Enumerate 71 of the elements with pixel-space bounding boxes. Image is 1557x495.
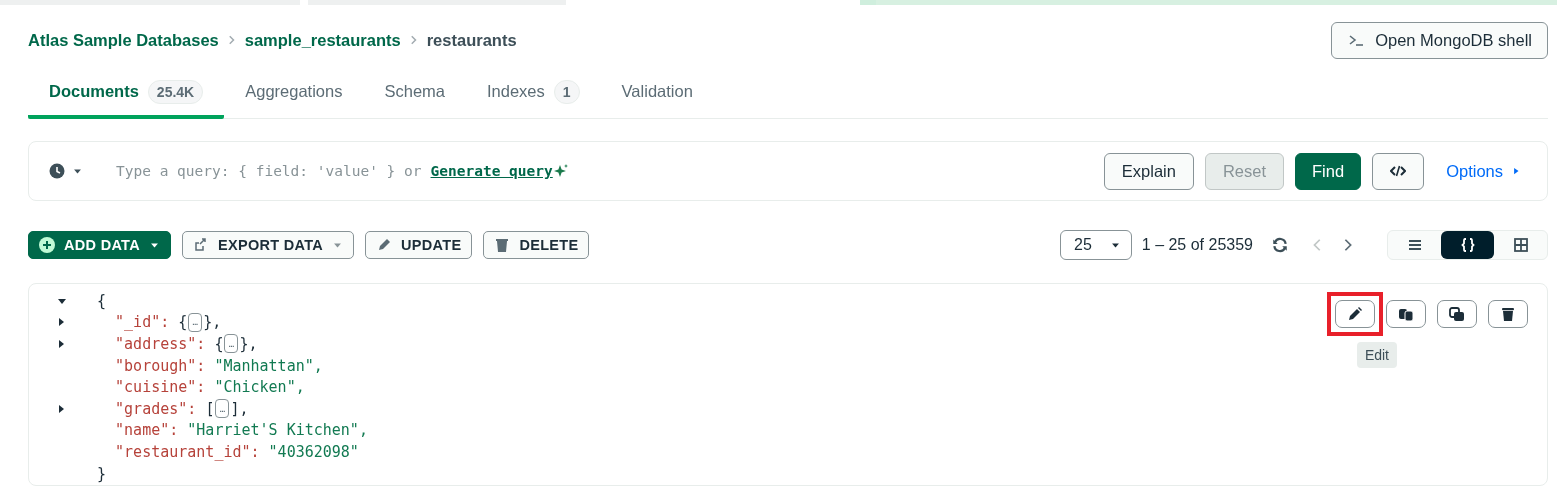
list-icon — [1406, 237, 1423, 253]
table-icon — [1512, 237, 1529, 253]
field-value: "Harriet'S Kitchen", — [187, 421, 368, 440]
field-key: "name": — [115, 421, 179, 440]
delete-button[interactable]: DELETE — [483, 231, 590, 259]
field-value: "Manhattan", — [214, 356, 323, 375]
count-badge: 25.4K — [147, 79, 204, 104]
copy-icon — [1398, 306, 1414, 322]
pencil-icon — [1347, 306, 1363, 322]
field-key: "_id": — [115, 313, 170, 332]
query-button[interactable]: Find — [1295, 152, 1362, 190]
export-data-button[interactable]: EXPORT DATA — [181, 231, 355, 259]
view-toggle[interactable] — [1441, 231, 1494, 259]
breadcrumb-current: restaurants — [426, 30, 517, 50]
bracket: }, — [239, 335, 258, 353]
add-data-button[interactable]: ADD DATA — [28, 231, 171, 259]
open-shell-button[interactable]: Open MongoDB shell — [1331, 21, 1548, 59]
export-icon — [192, 237, 209, 253]
braces-icon — [1459, 237, 1476, 253]
clock-icon — [49, 163, 65, 179]
code-view-button[interactable] — [1372, 152, 1425, 190]
collapsed-preview[interactable]: … — [188, 312, 203, 332]
delete-document-button[interactable] — [1488, 300, 1528, 328]
pencil-icon — [376, 237, 393, 253]
sparkle-icon — [552, 163, 569, 179]
count-badge: 1 — [553, 79, 580, 104]
breadcrumb-link[interactable]: Atlas Sample Databases — [28, 30, 219, 50]
brace: { — [97, 291, 107, 310]
field-key: "restaurant_id": — [115, 442, 260, 461]
copy-button[interactable] — [1386, 300, 1426, 328]
field-value: "40362098" — [268, 442, 359, 461]
clone-icon — [1449, 306, 1465, 322]
plus-circle-icon — [39, 237, 55, 253]
field-key: "grades": — [115, 399, 197, 418]
trash-icon — [494, 237, 511, 253]
tab[interactable]: Indexes 1 — [466, 68, 601, 119]
pagination-range: 1 – 25 of 25359 — [1141, 236, 1253, 254]
breadcrumb-link[interactable]: sample_restaurants — [244, 30, 401, 50]
bracket: ], — [230, 399, 249, 418]
page-size-select[interactable]: 25 — [1060, 230, 1132, 260]
options-link[interactable]: Options — [1446, 161, 1521, 181]
trash-icon — [1500, 306, 1516, 322]
update-button[interactable]: UPDATE — [365, 231, 473, 259]
generate-query-link[interactable]: Generate query — [430, 163, 553, 179]
bracket: }, — [203, 313, 222, 332]
field-value: "Chicken", — [214, 378, 305, 397]
tab-label[interactable]: Indexes — [487, 82, 545, 101]
terminal-icon — [1347, 32, 1366, 48]
bracket: { — [178, 313, 188, 332]
edit-button[interactable] — [1335, 300, 1375, 328]
query-history-button[interactable] — [49, 163, 83, 179]
tooltip: Edit — [1356, 342, 1397, 368]
code-icon — [1390, 163, 1407, 179]
collapsed-preview[interactable]: … — [215, 399, 230, 419]
caret-right-icon — [1511, 165, 1521, 177]
refresh-icon[interactable] — [1271, 236, 1289, 254]
collapsed-preview[interactable]: … — [224, 334, 239, 354]
tab[interactable]: Aggregations — [224, 68, 364, 119]
clone-button[interactable] — [1437, 300, 1477, 328]
field-key: "borough": — [115, 356, 206, 375]
bracket: [ — [205, 399, 215, 418]
brace: } — [97, 464, 107, 483]
tab[interactable]: Validation — [600, 68, 714, 119]
tab[interactable]: Documents 25.4K — [28, 68, 225, 119]
query-button[interactable]: Explain — [1103, 152, 1194, 190]
tab-label[interactable]: Documents — [49, 82, 139, 101]
query-placeholder: Type a query: { field: 'value' } or — [116, 163, 422, 179]
tab[interactable]: Schema — [363, 68, 466, 119]
field-key: "address": — [115, 335, 206, 353]
field-key: "cuisine": — [115, 378, 206, 397]
bracket: { — [214, 335, 224, 353]
